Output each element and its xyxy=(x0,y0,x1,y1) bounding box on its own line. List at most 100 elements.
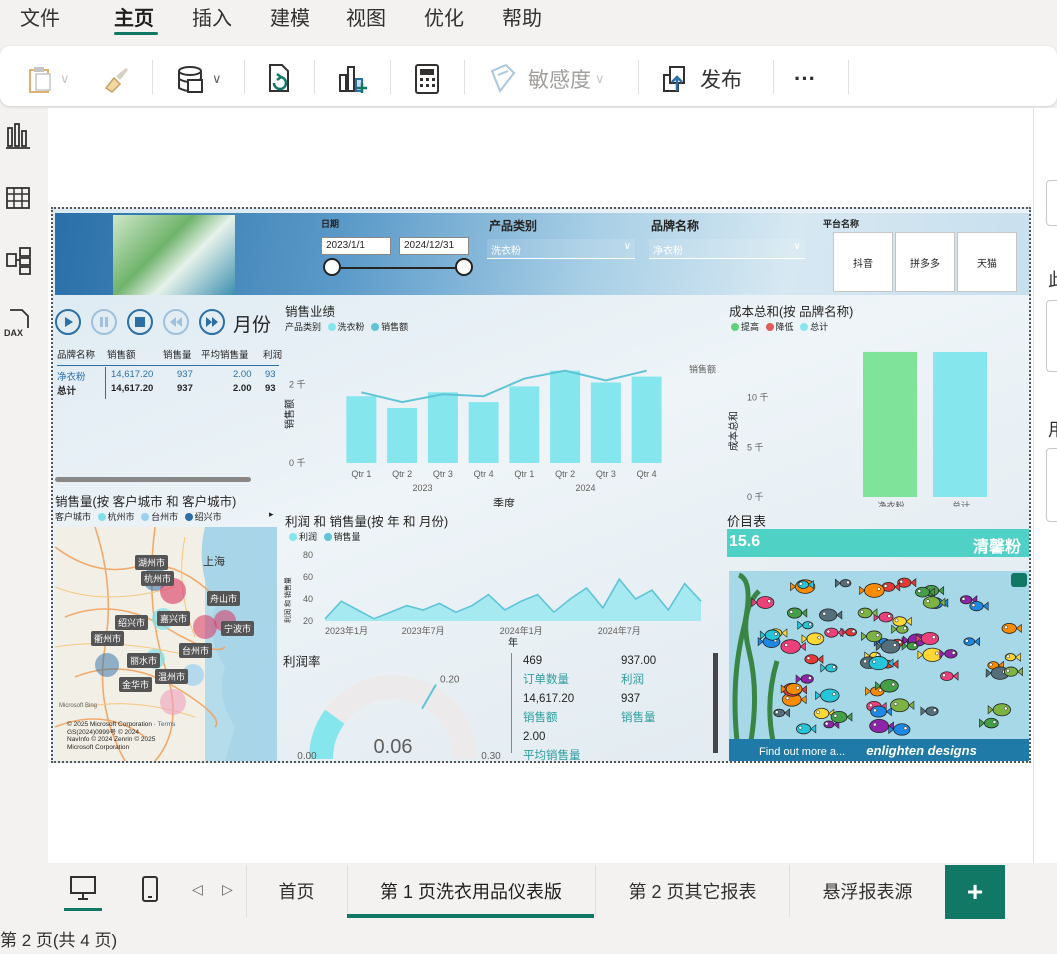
city-label: 湖州市 xyxy=(135,555,169,570)
aquarium-visual[interactable]: Find out more a... enlighten designs xyxy=(729,571,1029,761)
tab-file[interactable]: 文件 xyxy=(20,2,60,31)
add-page-button[interactable]: + xyxy=(945,865,1005,919)
bar xyxy=(346,396,377,463)
more-button[interactable]: ··· xyxy=(794,64,816,94)
table-cell: 净衣粉 xyxy=(57,372,86,383)
x-tick-label: 2024年7月 xyxy=(598,625,641,636)
attribution-text: © 2025 xyxy=(134,736,156,743)
pane-text: 此 xyxy=(1048,266,1057,292)
table-horizontal-scrollbar[interactable] xyxy=(55,477,251,482)
category-dropdown[interactable]: 洗衣粉 ∨ xyxy=(487,239,635,259)
profit-chart[interactable]: 80 60 40 20 利润 和 销售量 2023年1月 2023年7月 2024年1月 202… xyxy=(281,543,721,647)
margin-gauge[interactable]: 0.20 0.06 0.00 0.30 xyxy=(281,663,505,763)
pause-button[interactable] xyxy=(91,309,117,335)
legend-item: 销售额 xyxy=(381,322,409,332)
fish-icon xyxy=(830,710,853,723)
y-tick-label: 2 千 xyxy=(289,379,306,389)
paste-button[interactable]: ∨ xyxy=(28,64,70,94)
next-button[interactable] xyxy=(199,309,225,335)
tab-view[interactable]: 视图 xyxy=(346,2,386,31)
table-header-cell[interactable]: 品牌名称 xyxy=(57,347,95,361)
y-tick-label: 0 千 xyxy=(747,492,764,502)
table-header-cell[interactable]: 销售额 xyxy=(107,347,136,361)
bar xyxy=(550,370,581,463)
fish-icon xyxy=(820,663,838,673)
visual-header-icon[interactable] xyxy=(1011,573,1027,587)
map-attribution: © 2025 Microsoft Corporation · Terms GS(… xyxy=(67,721,176,751)
kpi-label: 利润 xyxy=(621,674,644,686)
card-scrollbar[interactable] xyxy=(713,653,718,753)
cost-chart[interactable]: 0 千 5 千 10 千成本总和净衣粉 总计 xyxy=(725,333,1029,507)
fish-icon xyxy=(815,688,840,703)
brand-dropdown[interactable]: 净衣粉 ∨ xyxy=(649,239,805,259)
date-range-start-handle[interactable] xyxy=(323,258,341,276)
refresh-button[interactable] xyxy=(264,64,296,94)
desktop-layout-icon[interactable] xyxy=(68,875,98,903)
toolbar-divider xyxy=(773,60,774,94)
pane-field[interactable] xyxy=(1046,448,1057,522)
mobile-layout-icon[interactable] xyxy=(140,875,160,905)
table-row[interactable]: 净衣粉 14,617.20 937 2.00 93 xyxy=(57,369,279,383)
dax-query-icon[interactable]: DAX xyxy=(4,308,34,338)
tab-home[interactable]: 主页 xyxy=(114,2,154,31)
report-view-icon[interactable] xyxy=(4,122,34,152)
new-visual-button[interactable] xyxy=(336,64,370,94)
date-range-end-handle[interactable] xyxy=(455,258,473,276)
previous-button[interactable] xyxy=(163,309,189,335)
tab-insert[interactable]: 插入 xyxy=(192,2,232,31)
pane-field[interactable] xyxy=(1046,180,1057,226)
platform-tmall-button[interactable]: 天猫 xyxy=(957,232,1017,292)
format-painter-button[interactable] xyxy=(100,64,132,94)
fish-icon xyxy=(1001,622,1022,634)
pause-icon xyxy=(100,317,108,327)
city-label: 上海 xyxy=(203,556,225,568)
chevron-down-icon: ∨ xyxy=(793,241,801,252)
platform-douyin-button[interactable]: 抖音 xyxy=(833,232,893,292)
legend-next-icon[interactable]: ▸ xyxy=(269,509,274,520)
next-icon xyxy=(206,317,218,327)
model-view-icon[interactable] xyxy=(4,246,34,276)
page-tab-home[interactable]: 首页 xyxy=(246,865,346,917)
toolbar-divider xyxy=(314,60,315,94)
publish-button[interactable]: 发布 xyxy=(660,64,742,94)
find-out-more-link[interactable]: Find out more a... xyxy=(759,746,845,758)
tab-modeling[interactable]: 建模 xyxy=(270,2,310,31)
table-header-cell[interactable]: 平均销售量 xyxy=(201,347,249,361)
table-header-cell[interactable]: 销售量 xyxy=(163,347,192,361)
kpi-value: 937 xyxy=(621,693,641,705)
page-tab-other-reports[interactable]: 第 2 页其它报表 xyxy=(595,865,789,917)
x-tick-label: Qtr 2 xyxy=(392,469,412,479)
table-column-divider xyxy=(105,367,106,399)
sales-chart[interactable]: 2 千 0 千 销售额 Qtr 1 Qtr 2 Qtr 3 Qtr 4 Qtr 1 Qtr 2 Q… xyxy=(281,333,721,507)
terms-link[interactable]: Terms xyxy=(158,721,176,728)
svg-text:DAX: DAX xyxy=(4,328,23,338)
new-visual-icon xyxy=(339,66,367,93)
pane-text: 用 xyxy=(1048,416,1057,442)
city-map[interactable]: 湖州市 杭州市 上海 舟山市 绍兴市 嘉兴市 宁波市 衢州市 丽水市 台州市 温… xyxy=(55,527,277,761)
page-tab-tooltip-source[interactable]: 悬浮报表源 xyxy=(789,865,945,917)
x-tick-label: 2024年1月 xyxy=(500,625,543,636)
legend-title: 产品类别 xyxy=(285,322,322,332)
table-view-icon[interactable] xyxy=(4,184,34,214)
x-tick-label: 总计 xyxy=(952,500,970,507)
end-date-input[interactable]: 2024/12/31 xyxy=(399,237,469,255)
sensitivity-button[interactable]: 敏感度 ∨ xyxy=(488,63,605,94)
calculation-button[interactable] xyxy=(412,64,442,94)
table-header-cell[interactable]: 利润 xyxy=(263,347,282,361)
previous-page-icon[interactable]: ◁ xyxy=(192,881,203,898)
tab-optimize[interactable]: 优化 xyxy=(424,2,464,31)
play-button[interactable] xyxy=(55,309,81,335)
stop-button[interactable] xyxy=(127,309,153,335)
attribution-text: GS(2024)0999号 xyxy=(67,728,117,736)
start-date-input[interactable]: 2023/1/1 xyxy=(321,237,391,255)
y-tick-label: 0 千 xyxy=(289,458,306,468)
page-tab-dashboard[interactable]: 第 1 页洗衣用品仪表版 xyxy=(347,865,594,917)
y-tick-label: 20 xyxy=(303,616,313,626)
fish-icon xyxy=(892,616,912,627)
gauge-value: 0.06 xyxy=(374,736,413,758)
tab-help[interactable]: 帮助 xyxy=(502,2,542,31)
pane-field[interactable] xyxy=(1046,300,1057,372)
next-page-icon[interactable]: ▷ xyxy=(222,881,233,898)
platform-pinduoduo-button[interactable]: 拼多多 xyxy=(895,232,955,292)
get-data-button[interactable]: ∨ xyxy=(176,64,222,94)
